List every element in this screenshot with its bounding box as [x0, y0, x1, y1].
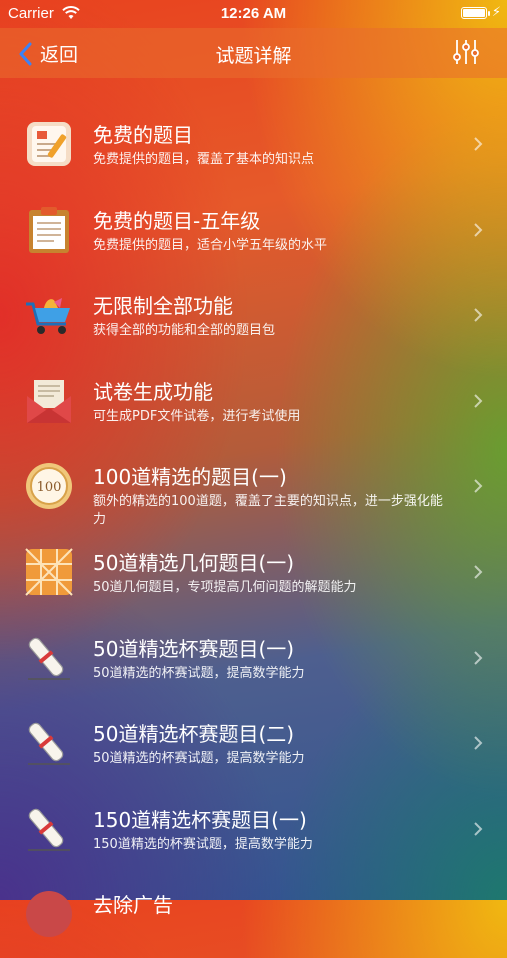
- chevron-right-icon: [474, 308, 483, 322]
- list-item[interactable]: 50道精选杯赛题目(二) 50道精选的杯赛试题，提高数学能力: [0, 701, 507, 787]
- battery-icon: [461, 7, 487, 19]
- list-item[interactable]: 50道精选杯赛题目(一) 50道精选的杯赛试题，提高数学能力: [0, 616, 507, 702]
- battery-cap: [488, 11, 490, 16]
- svg-text:100: 100: [37, 480, 62, 495]
- scroll-icon: [24, 804, 74, 854]
- chevron-right-icon: [474, 479, 483, 494]
- chevron-right-icon: [474, 394, 483, 408]
- notepad-pencil-icon: [24, 119, 74, 169]
- chevron-right-icon: [474, 650, 483, 665]
- item-title: 免费的题目-五年级: [93, 208, 261, 233]
- scroll-icon: [24, 718, 74, 768]
- settings-sliders-button[interactable]: [451, 37, 481, 71]
- list-item[interactable]: 100 100道精选的题目(一) 额外的精选的100道题，覆盖了主要的知识点，进…: [0, 444, 507, 530]
- nav-bar: 返回 试题详解: [0, 28, 507, 78]
- list-item[interactable]: 150道精选杯赛题目(一) 150道精选的杯赛试题，提高数学能力: [0, 787, 507, 873]
- item-title: 试卷生成功能: [93, 379, 213, 404]
- item-subtitle: 免费提供的题目，适合小学五年级的水平: [93, 237, 328, 253]
- item-subtitle: 50道几何题目，专项提高几何问题的解题能力: [93, 579, 357, 595]
- item-title: 100道精选的题目(一): [93, 465, 287, 490]
- item-subtitle: 免费提供的题目，覆盖了基本的知识点: [93, 152, 315, 167]
- item-title: 50道精选几何题目(一): [93, 550, 295, 575]
- envelope-icon: [24, 376, 74, 426]
- item-subtitle: 可生成PDF文件试卷，进行考试使用: [93, 408, 301, 424]
- chevron-right-icon: [474, 565, 483, 579]
- item-subtitle: 50道精选的杯赛试题，提高数学能力: [93, 665, 305, 681]
- product-list: 免费的题目 免费提供的题目，覆盖了基本的知识点 免费的题目-五年级 免费提供的题…: [0, 102, 507, 958]
- chevron-right-icon: [474, 137, 483, 151]
- no-ads-icon: [24, 889, 74, 939]
- item-subtitle: 50道精选的杯赛试题，提高数学能力: [93, 751, 305, 767]
- list-item[interactable]: 50道精选几何题目(一) 50道几何题目，专项提高几何问题的解题能力: [0, 530, 507, 616]
- item-subtitle: 150道精选的杯赛试题，提高数学能力: [93, 836, 313, 852]
- status-bar: Carrier 12:26 AM ⚡: [0, 0, 507, 28]
- list-item[interactable]: 免费的题目 免费提供的题目，覆盖了基本的知识点: [0, 102, 507, 188]
- clipboard-icon: [24, 205, 74, 255]
- list-item[interactable]: 无限制全部功能 获得全部的功能和全部的题目包: [0, 273, 507, 359]
- list-item[interactable]: 免费的题目-五年级 免费提供的题目，适合小学五年级的水平: [0, 188, 507, 274]
- badge-100-icon: 100: [24, 461, 74, 511]
- item-title: 50道精选杯赛题目(一): [93, 636, 295, 661]
- status-time: 12:26 AM: [220, 5, 287, 22]
- chevron-right-icon: [474, 736, 483, 750]
- list-item[interactable]: 试卷生成功能 可生成PDF文件试卷，进行考试使用: [0, 359, 507, 445]
- geometry-grid-icon: [24, 547, 74, 597]
- list-item[interactable]: 去除广告: [0, 872, 507, 958]
- chevron-right-icon: [474, 822, 483, 836]
- chevron-right-icon: [474, 222, 483, 237]
- item-title: 无限制全部功能: [93, 294, 233, 319]
- item-title: 去除广告: [93, 893, 173, 918]
- item-subtitle: 额外的精选的100道题，覆盖了主要的知识点，进一步强化能力: [93, 494, 443, 528]
- item-title: 150道精选杯赛题目(一): [93, 807, 307, 832]
- page-title: 试题详解: [215, 45, 292, 67]
- sliders-icon: [453, 40, 479, 64]
- item-subtitle: 获得全部的功能和全部的题目包: [93, 323, 276, 339]
- shopping-cart-icon: [24, 290, 74, 340]
- item-title: 免费的题目: [93, 123, 193, 147]
- charging-icon: ⚡: [491, 5, 501, 20]
- item-title: 50道精选杯赛题目(二): [93, 722, 295, 747]
- scroll-icon: [24, 633, 74, 683]
